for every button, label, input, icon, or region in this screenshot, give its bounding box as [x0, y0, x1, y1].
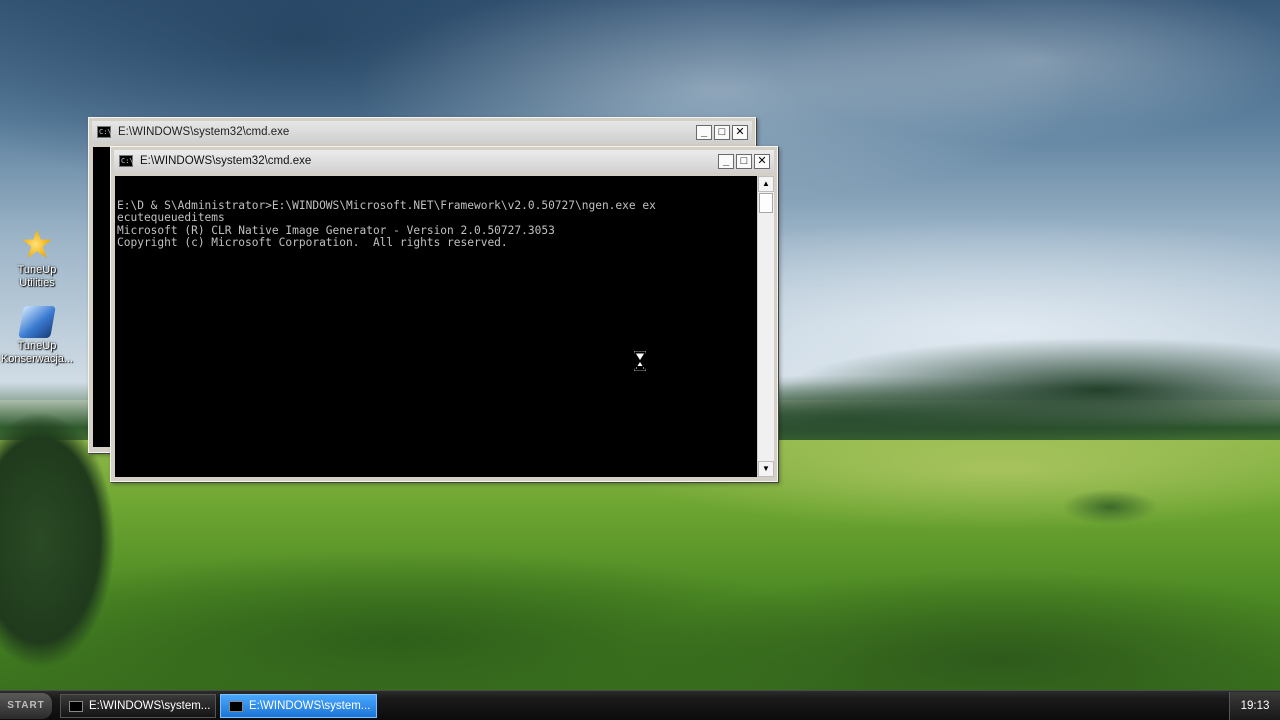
start-button[interactable]: START: [0, 693, 52, 719]
desktop-icon-label: TuneUp Utilities: [17, 264, 57, 289]
window-title: E:\WINDOWS\system32\cmd.exe: [140, 155, 312, 167]
minimize-button[interactable]: _: [718, 153, 734, 169]
scroll-up-button[interactable]: ▲: [758, 176, 774, 192]
hourglass-cursor-icon: [634, 351, 646, 371]
desktop: TuneUp Utilities TuneUp Konserwacja... C…: [0, 0, 1280, 720]
close-button[interactable]: ✕: [754, 153, 770, 169]
wallpaper-bush: [1050, 485, 1170, 530]
scroll-thumb[interactable]: [759, 193, 773, 213]
console-line: Copyright (c) Microsoft Corporation. All…: [117, 236, 508, 249]
console-output[interactable]: E:\D & S\Administrator>E:\WINDOWS\Micros…: [115, 176, 757, 477]
taskbar: START E:\WINDOWS\system... E:\WINDOWS\sy…: [0, 690, 1280, 720]
window-title: E:\WINDOWS\system32\cmd.exe: [118, 126, 290, 138]
minimize-button[interactable]: _: [696, 124, 712, 140]
desktop-icon-tuneup-konserwacja[interactable]: TuneUp Konserwacja...: [0, 306, 74, 366]
window-titlebar[interactable]: C:\ E:\WINDOWS\system32\cmd.exe _ □ ✕: [114, 150, 774, 172]
taskbar-item-cmd-2[interactable]: E:\WINDOWS\system...: [220, 694, 377, 718]
maximize-button[interactable]: □: [736, 153, 752, 169]
window-titlebar[interactable]: C:\ E:\WINDOWS\system32\cmd.exe _ □ ✕: [92, 121, 752, 143]
taskbar-item-cmd-1[interactable]: E:\WINDOWS\system...: [60, 694, 216, 718]
vertical-scrollbar[interactable]: ▲ ▼: [757, 176, 774, 477]
desktop-icon-label: TuneUp Konserwacja...: [0, 340, 74, 365]
cmd-icon: [229, 700, 243, 712]
console-line: ecutequeueditems: [117, 211, 225, 224]
cmd-icon: [69, 700, 83, 712]
cmd-icon: C:\: [119, 155, 134, 167]
maximize-button[interactable]: □: [714, 124, 730, 140]
taskbar-item-label: E:\WINDOWS\system...: [89, 700, 211, 712]
cmd-icon: C:\: [97, 126, 112, 138]
desktop-icon-tuneup-utilities[interactable]: TuneUp Utilities: [0, 230, 74, 290]
scroll-down-button[interactable]: ▼: [758, 461, 774, 477]
taskbar-item-label: E:\WINDOWS\system...: [249, 700, 371, 712]
tuneup-star-icon: [22, 230, 52, 259]
system-clock[interactable]: 19:13: [1229, 692, 1280, 720]
tuneup-maintenance-icon: [18, 306, 56, 338]
close-button[interactable]: ✕: [732, 124, 748, 140]
cmd-window-front[interactable]: C:\ E:\WINDOWS\system32\cmd.exe _ □ ✕ E:…: [110, 146, 778, 482]
